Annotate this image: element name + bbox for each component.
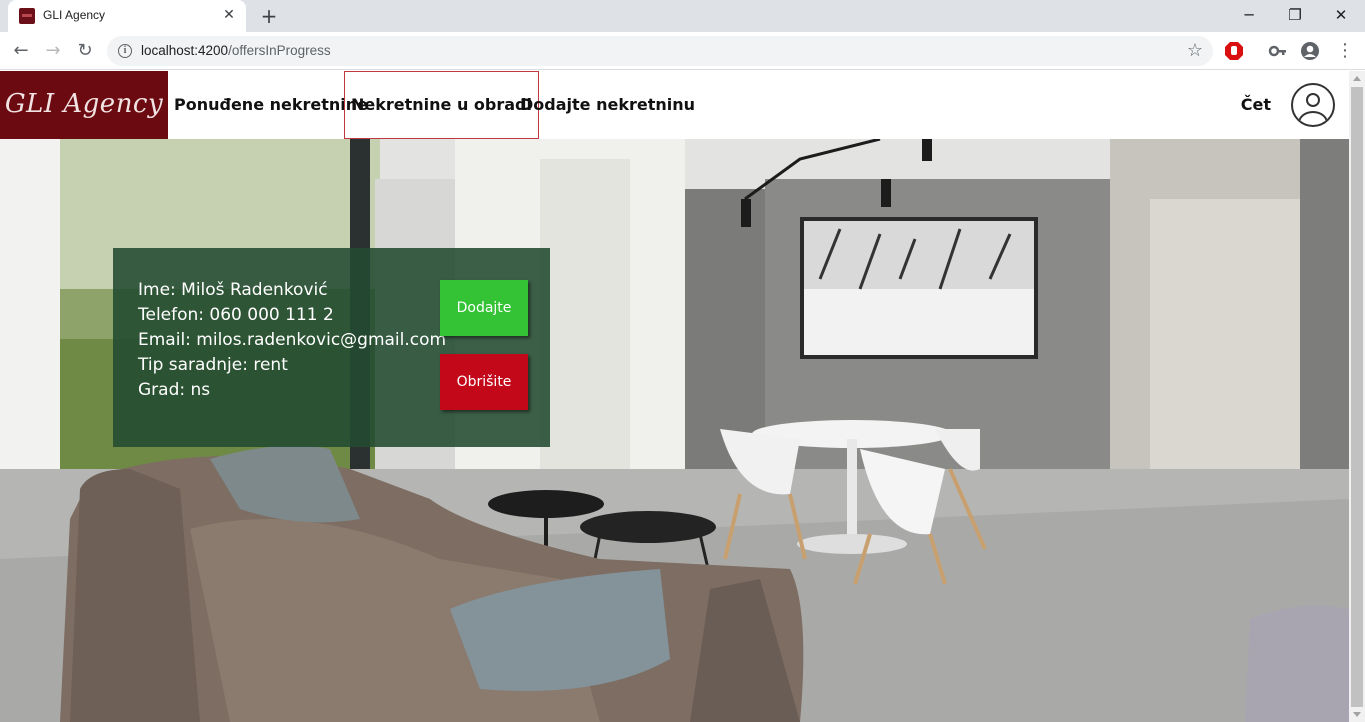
page: GLI Agency Ponuđene nekretnine Nekretnin…	[0, 71, 1349, 722]
back-icon[interactable]: ←	[8, 38, 34, 64]
favicon-icon	[19, 8, 35, 24]
browser-toolbar: ← → ↻ i localhost:4200/offersInProgress …	[0, 32, 1365, 70]
nav-link-in-progress[interactable]: Nekretnine u obradi	[344, 71, 539, 139]
scrollbar-thumb[interactable]	[1351, 87, 1363, 707]
close-tab-icon[interactable]: ✕	[220, 6, 238, 24]
reload-icon[interactable]: ↻	[72, 38, 98, 64]
address-bar[interactable]: i localhost:4200/offersInProgress ☆	[107, 36, 1213, 66]
browser-tab[interactable]: GLI Agency ✕	[8, 0, 246, 32]
nav-link-add-property[interactable]: Dodajte nekretninu	[514, 71, 701, 139]
scroll-up-icon[interactable]	[1353, 76, 1361, 81]
offer-phone: Telefon: 060 000 111 2	[138, 305, 334, 325]
avatar-icon[interactable]	[1291, 83, 1335, 127]
offer-name: Ime: Miloš Radenković	[138, 280, 328, 300]
delete-button[interactable]: Obrišite	[440, 354, 528, 410]
offer-details: Ime: Miloš Radenković Telefon: 060 000 1…	[138, 278, 446, 403]
profile-icon[interactable]	[1300, 41, 1320, 61]
forward-icon[interactable]: →	[40, 38, 66, 64]
new-tab-icon[interactable]: +	[256, 4, 282, 28]
hero-background-image: Ime: Miloš Radenković Telefon: 060 000 1…	[0, 139, 1349, 722]
brand-logo[interactable]: GLI Agency	[0, 71, 168, 139]
site-navbar: GLI Agency Ponuđene nekretnine Nekretnin…	[0, 71, 1349, 139]
username[interactable]: Čet	[1241, 71, 1271, 139]
minimize-icon[interactable]: ─	[1226, 0, 1272, 30]
restore-icon[interactable]: ❐	[1272, 0, 1318, 30]
close-window-icon[interactable]: ✕	[1318, 0, 1364, 30]
offer-email: Email: milos.radenkovic@gmail.com	[138, 330, 447, 350]
offer-city: Grad: ns	[138, 380, 211, 400]
key-icon[interactable]	[1268, 41, 1288, 61]
scroll-down-icon[interactable]	[1353, 712, 1361, 717]
menu-dots-icon[interactable]: ⋮	[1332, 38, 1358, 64]
tab-title: GLI Agency	[43, 8, 106, 22]
scrollbar[interactable]	[1349, 71, 1365, 722]
url-text: localhost:4200/offersInProgress	[141, 43, 331, 58]
info-icon[interactable]: i	[118, 44, 132, 58]
adblock-extension-icon[interactable]	[1224, 41, 1244, 61]
add-button[interactable]: Dodajte	[440, 280, 528, 336]
browser-tab-bar: GLI Agency ✕ + ─ ❐ ✕	[0, 0, 1365, 32]
offer-type: Tip saradnje: rent	[138, 355, 288, 375]
offer-card: Ime: Miloš Radenković Telefon: 060 000 1…	[113, 248, 550, 447]
bookmark-star-icon[interactable]: ☆	[1187, 40, 1203, 61]
